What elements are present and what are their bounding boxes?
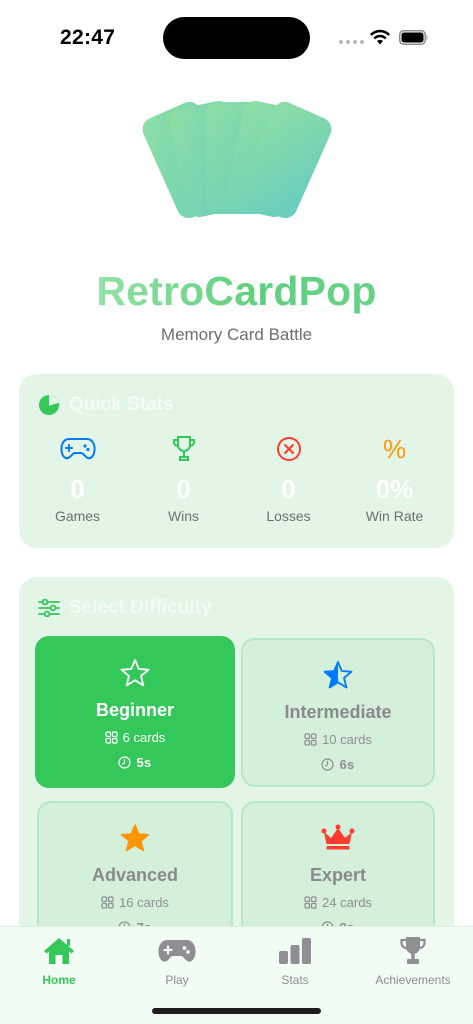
difficulty-title: Select Difficulty: [69, 597, 212, 618]
tab-home-label: Home: [42, 973, 76, 987]
trophy-icon: [172, 436, 195, 461]
stat-wins: 0 Wins: [131, 434, 236, 524]
grid-icon: [304, 733, 317, 746]
star-outline-icon: [120, 659, 150, 687]
difficulty-intermediate-tile[interactable]: Intermediate 10 cards 6s: [241, 638, 435, 787]
stat-losses: 0 Losses: [236, 434, 341, 524]
stat-losses-label: Losses: [266, 508, 311, 524]
sliders-icon: [38, 599, 60, 617]
percent-icon: %: [382, 433, 407, 464]
house-icon: [44, 938, 74, 964]
grid-icon: [105, 731, 118, 744]
quick-stats-title: Quick Stats: [69, 394, 174, 415]
home-indicator[interactable]: [152, 1008, 321, 1014]
quick-stats-header: Quick Stats: [38, 394, 174, 416]
difficulty-name: Advanced: [91, 865, 179, 885]
chart-bar-icon: [279, 938, 311, 964]
app-subtitle: Memory Card Battle: [160, 325, 313, 344]
x-circle-icon: [276, 437, 301, 461]
stat-wins-label: Wins: [167, 508, 200, 524]
difficulty-cards: 6 cards: [122, 730, 166, 745]
chart-pie-icon: [39, 395, 59, 415]
difficulty-card: Select Difficulty Beginner 6 cards 5s In…: [19, 577, 454, 977]
tab-achievements-label: Achievements: [375, 973, 451, 987]
difficulty-cards: 10 cards: [322, 732, 372, 747]
stat-losses-value: 0: [281, 474, 296, 504]
stat-win-rate-label: Win Rate: [365, 508, 424, 524]
difficulty-cards: 16 cards: [119, 895, 169, 910]
tab-home[interactable]: Home: [0, 933, 118, 987]
tab-play[interactable]: Play: [118, 933, 236, 987]
stat-wins-value: 0: [176, 474, 191, 504]
cellular-signal-icon: [339, 40, 364, 44]
difficulty-name: Intermediate: [284, 702, 392, 722]
difficulty-header: Select Difficulty: [38, 597, 212, 619]
grid-icon: [304, 896, 317, 909]
difficulty-name: Beginner: [95, 700, 174, 720]
tab-play-label: Play: [165, 973, 189, 987]
quick-stats-card: Quick Stats 0 Games 0 Wins 0 Losses % 0%…: [19, 374, 454, 548]
tab-achievements[interactable]: Achievements: [354, 933, 472, 987]
tab-stats[interactable]: Stats: [236, 933, 354, 987]
cards-logo-icon: [142, 100, 332, 219]
status-bar: 22:47: [0, 0, 473, 76]
clock-icon: [321, 758, 335, 771]
difficulty-time: 5s: [136, 755, 152, 770]
clock-icon: [118, 756, 132, 769]
star-half-icon: [323, 661, 353, 689]
difficulty-name: Expert: [309, 865, 367, 885]
grid-icon: [101, 896, 114, 909]
stat-games: 0 Games: [25, 434, 130, 524]
difficulty-cards: 24 cards: [322, 895, 372, 910]
stat-win-rate-value: 0%: [375, 474, 414, 504]
difficulty-time: 6s: [339, 757, 355, 772]
status-time: 22:47: [60, 26, 116, 49]
star-fill-icon: [120, 824, 150, 852]
battery-icon: [399, 30, 428, 45]
gamecontroller-icon: [59, 438, 96, 460]
wifi-icon: [370, 29, 390, 45]
dynamic-island: [163, 17, 310, 59]
trophy-icon: [400, 937, 426, 964]
stat-win-rate: % 0% Win Rate: [342, 433, 447, 525]
stat-games-label: Games: [54, 508, 101, 524]
difficulty-beginner-tile[interactable]: Beginner 6 cards 5s: [35, 636, 235, 788]
gamecontroller-icon: [158, 940, 196, 962]
stat-games-value: 0: [70, 474, 85, 504]
app-title: RetroCardPop: [0, 268, 473, 315]
crown-icon: [321, 824, 355, 850]
tab-stats-label: Stats: [281, 973, 309, 987]
